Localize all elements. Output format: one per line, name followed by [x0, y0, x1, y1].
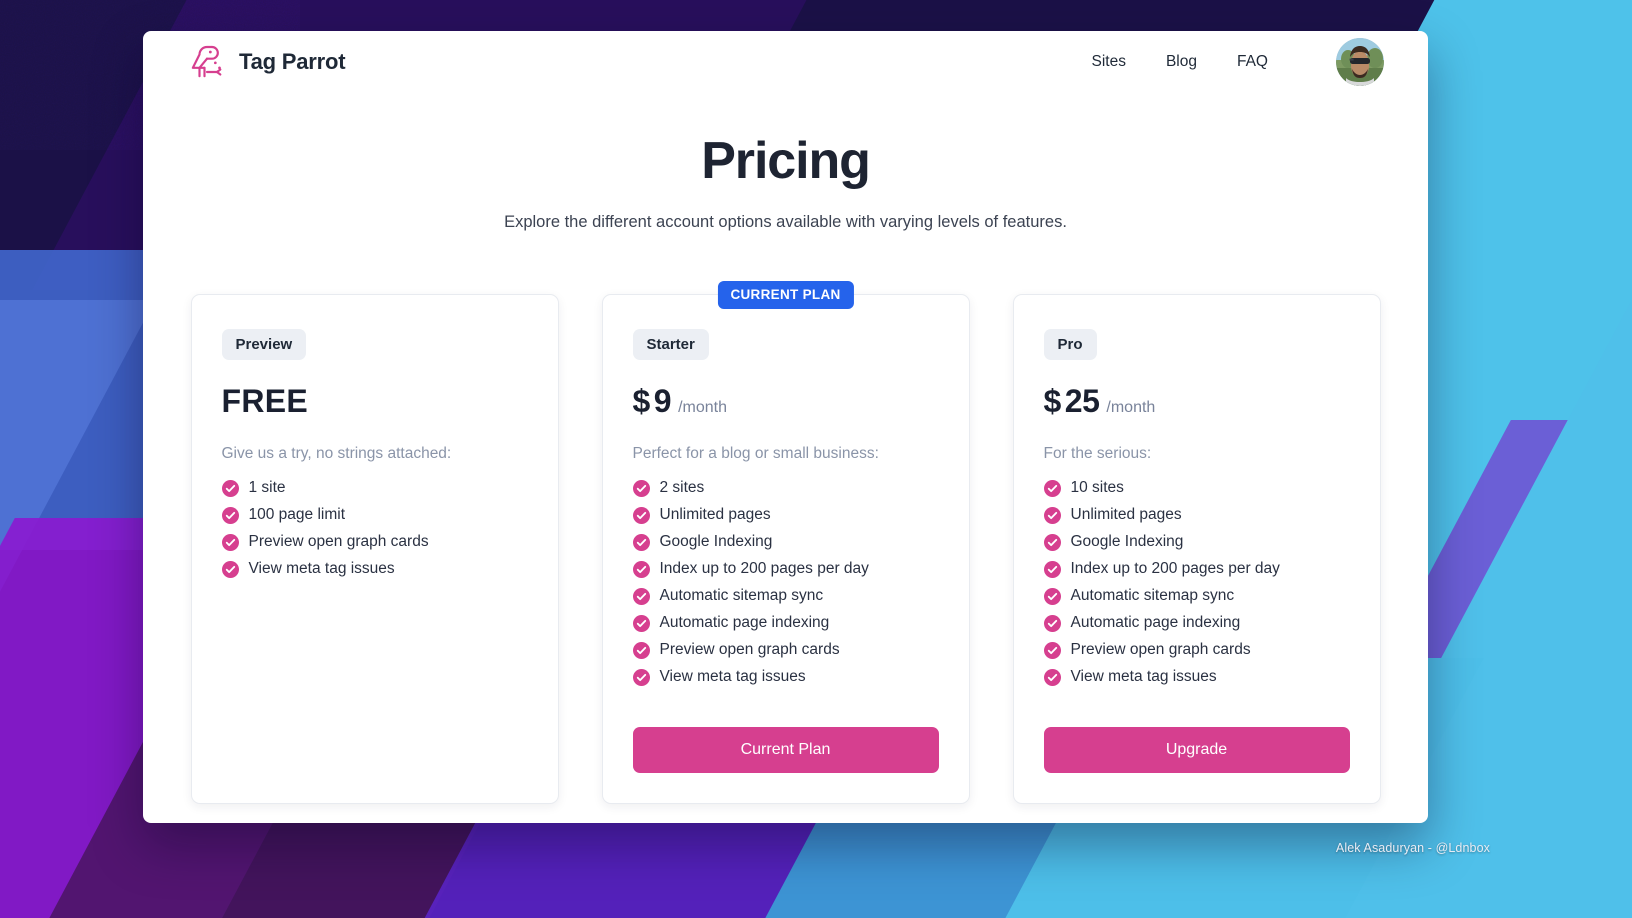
parrot-logo-icon	[191, 45, 222, 78]
feature-label: Preview open graph cards	[1070, 641, 1251, 658]
feature-label: Index up to 200 pages per day	[1070, 560, 1280, 577]
feature-label: View meta tag issues	[248, 560, 395, 577]
feature-item: Unlimited pages	[632, 506, 939, 524]
browser-window: Tag Parrot Sites Blog FAQ Pricing Explor…	[143, 31, 1428, 823]
brand-logo-link[interactable]: Tag Parrot	[187, 42, 346, 82]
check-circle-icon	[1043, 560, 1061, 578]
check-circle-icon	[632, 506, 650, 524]
feature-label: Unlimited pages	[659, 506, 771, 523]
check-circle-icon	[632, 641, 650, 659]
feature-label: View meta tag issues	[1070, 668, 1217, 685]
feature-item: Google Indexing	[632, 533, 939, 551]
plan-feature-list: 2 sites Unlimited pages Google Indexing …	[632, 479, 939, 686]
current-plan-button[interactable]: Current Plan	[632, 727, 939, 773]
feature-label: Google Indexing	[1070, 533, 1184, 550]
feature-label: Automatic sitemap sync	[659, 587, 824, 604]
feature-item: Automatic page indexing	[1043, 614, 1350, 632]
check-circle-icon	[632, 668, 650, 686]
feature-label: 2 sites	[659, 479, 705, 496]
plan-price-currency: $	[632, 383, 651, 419]
plan-price: $ 9 /month	[633, 383, 939, 420]
page-title: Pricing	[701, 132, 871, 190]
avatar[interactable]	[1336, 38, 1384, 86]
feature-item: Preview open graph cards	[1043, 641, 1350, 659]
feature-item: View meta tag issues	[221, 560, 528, 578]
feature-item: Preview open graph cards	[632, 641, 939, 659]
plan-price-amount: FREE	[221, 383, 309, 419]
feature-label: Unlimited pages	[1070, 506, 1182, 523]
check-circle-icon	[221, 560, 239, 578]
watermark-credit: Alek Asaduryan - @Ldnbox	[1335, 841, 1490, 855]
plan-badge: Preview	[221, 329, 307, 360]
plan-feature-list: 10 sites Unlimited pages Google Indexing…	[1043, 479, 1350, 686]
plan-tagline: Give us a try, no strings attached:	[221, 445, 452, 462]
feature-item: Automatic page indexing	[632, 614, 939, 632]
plan-price-period: /month	[1106, 399, 1156, 416]
feature-label: Google Indexing	[659, 533, 773, 550]
pricing-cards: Preview FREE Give us a try, no strings a…	[143, 281, 1428, 804]
feature-item: Automatic sitemap sync	[632, 587, 939, 605]
check-circle-icon	[632, 614, 650, 632]
plan-price-amount: 9	[653, 383, 672, 419]
feature-item: Automatic sitemap sync	[1043, 587, 1350, 605]
check-circle-icon	[632, 533, 650, 551]
feature-item: Google Indexing	[1043, 533, 1350, 551]
feature-label: Automatic page indexing	[659, 614, 830, 631]
main-nav: Sites Blog FAQ	[1091, 38, 1384, 86]
check-circle-icon	[221, 533, 239, 551]
feature-item: 100 page limit	[221, 506, 528, 524]
feature-item: View meta tag issues	[632, 668, 939, 686]
feature-label: 100 page limit	[248, 506, 346, 523]
feature-item: 1 site	[221, 479, 528, 497]
brand-name: Tag Parrot	[239, 49, 346, 74]
feature-label: Preview open graph cards	[248, 533, 429, 550]
nav-link-blog[interactable]: Blog	[1166, 53, 1197, 71]
current-plan-ribbon: CURRENT PLAN	[717, 281, 854, 309]
plan-tagline: Perfect for a blog or small business:	[632, 445, 879, 462]
feature-label: Automatic sitemap sync	[1070, 587, 1235, 604]
plan-badge: Pro	[1043, 329, 1097, 360]
plan-badge: Starter	[632, 329, 709, 360]
check-circle-icon	[1043, 641, 1061, 659]
feature-item: Index up to 200 pages per day	[632, 560, 939, 578]
plan-price-currency: $	[1043, 383, 1062, 419]
plan-price: $ 25 /month	[1044, 383, 1350, 420]
site-header: Tag Parrot Sites Blog FAQ	[143, 31, 1428, 93]
plan-feature-list: 1 site 100 page limit Preview open graph…	[221, 479, 528, 578]
page-subtitle: Explore the different account options av…	[504, 213, 1067, 231]
plan-tagline: For the serious:	[1043, 445, 1152, 462]
feature-item: Unlimited pages	[1043, 506, 1350, 524]
nav-link-sites[interactable]: Sites	[1091, 53, 1125, 71]
check-circle-icon	[1043, 506, 1061, 524]
check-circle-icon	[1043, 587, 1061, 605]
plan-price-period: /month	[678, 399, 728, 416]
check-circle-icon	[632, 587, 650, 605]
check-circle-icon	[221, 506, 239, 524]
check-circle-icon	[1043, 668, 1061, 686]
feature-label: Automatic page indexing	[1070, 614, 1241, 631]
feature-label: Preview open graph cards	[659, 641, 840, 658]
pricing-card-pro: Pro $ 25 /month For the serious: 10 site…	[1012, 294, 1381, 804]
feature-label: View meta tag issues	[659, 668, 806, 685]
upgrade-button[interactable]: Upgrade	[1043, 727, 1350, 773]
check-circle-icon	[632, 479, 650, 497]
check-circle-icon	[221, 479, 239, 497]
pricing-card-starter: CURRENT PLAN Starter $ 9 /month Perfect …	[601, 281, 970, 804]
feature-label: 1 site	[248, 479, 286, 496]
plan-price-amount: 25	[1064, 383, 1100, 419]
feature-item: Index up to 200 pages per day	[1043, 560, 1350, 578]
nav-link-faq[interactable]: FAQ	[1237, 53, 1268, 71]
check-circle-icon	[632, 560, 650, 578]
feature-item: 2 sites	[632, 479, 939, 497]
check-circle-icon	[1043, 614, 1061, 632]
feature-item: 10 sites	[1043, 479, 1350, 497]
feature-label: 10 sites	[1070, 479, 1124, 496]
check-circle-icon	[1043, 479, 1061, 497]
feature-item: View meta tag issues	[1043, 668, 1350, 686]
feature-item: Preview open graph cards	[221, 533, 528, 551]
feature-label: Index up to 200 pages per day	[659, 560, 869, 577]
plan-price: FREE	[222, 383, 528, 420]
pricing-card-preview: Preview FREE Give us a try, no strings a…	[190, 294, 559, 804]
check-circle-icon	[1043, 533, 1061, 551]
